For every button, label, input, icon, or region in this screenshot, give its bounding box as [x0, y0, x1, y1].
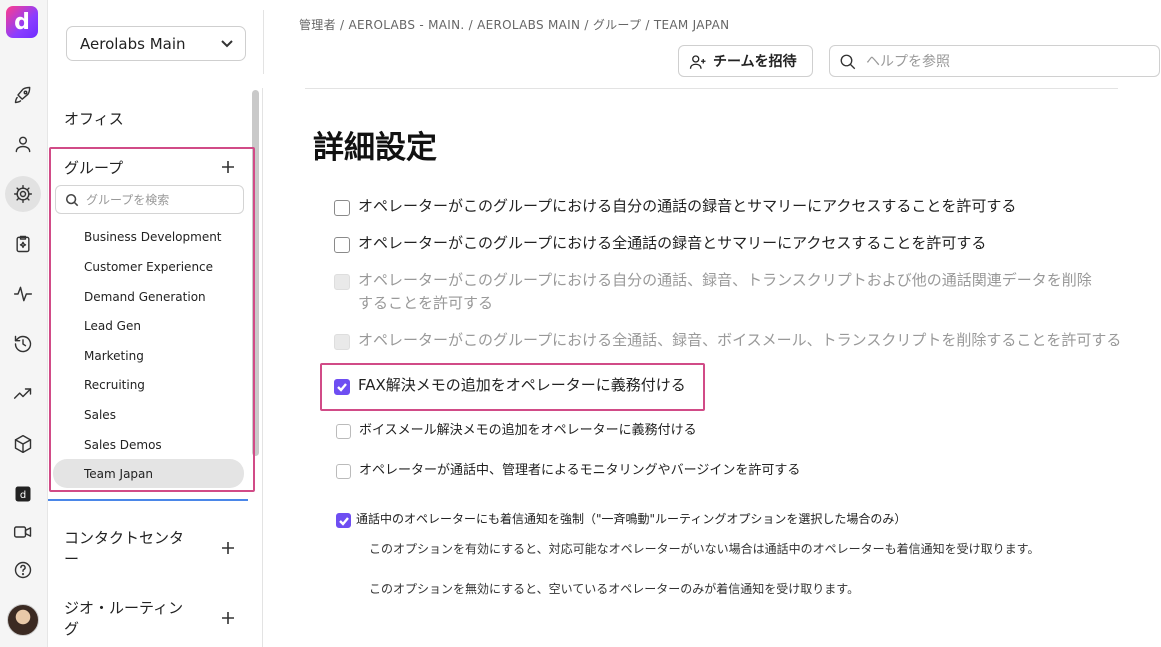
settings-gear-icon[interactable]	[5, 176, 41, 212]
user-icon[interactable]	[7, 128, 39, 160]
checkbox-disabled	[334, 274, 350, 290]
sidebar-item-group[interactable]: Lead Gen	[84, 319, 141, 333]
sidebar-item-group[interactable]: Sales	[84, 408, 116, 422]
option-require-fax-memo[interactable]: FAX解決メモの追加をオペレーターに義務付ける	[334, 376, 686, 397]
checkbox-checked[interactable]	[336, 513, 351, 528]
add-contact-center-plus-icon[interactable]	[220, 540, 236, 556]
option-force-incoming-notification[interactable]: 通話中のオペレーターにも着信通知を強制（"一斉鳴動"ルーティングオプションを選択…	[336, 511, 906, 531]
groups-title: グループ	[64, 159, 124, 177]
app-logo-icon[interactable]: d	[6, 6, 38, 38]
content-top-divider	[305, 88, 1118, 89]
trending-icon[interactable]	[7, 378, 39, 410]
sidebar-item-group[interactable]: Business Development	[84, 230, 222, 244]
page-title: 詳細設定	[313, 130, 437, 166]
invite-team-label: チームを招待	[713, 54, 797, 70]
checkbox[interactable]	[336, 424, 351, 439]
option-delete-all-call-data: オペレーターがこのグループにおける全通話、録音、ボイスメール、トランスクリプトを…	[334, 331, 1122, 352]
group-search-input[interactable]: グループを検索	[55, 185, 244, 214]
option-delete-own-call-data: オペレーターがこのグループにおける自分の通話、録音、トランスクリプトおよび他の通…	[334, 271, 1104, 315]
checkbox[interactable]	[334, 200, 350, 216]
checkmark-icon	[337, 383, 347, 392]
group-search-placeholder: グループを検索	[86, 193, 170, 207]
clipboard-sparkle-icon[interactable]	[7, 228, 39, 260]
chevron-down-icon	[219, 35, 235, 51]
add-group-plus-icon[interactable]	[220, 159, 236, 175]
checkbox[interactable]	[334, 237, 350, 253]
checkmark-icon	[338, 516, 349, 526]
option-label: 通話中のオペレーターにも着信通知を強制（"一斉鳴動"ルーティングオプションを選択…	[356, 512, 907, 526]
sidebar-item-contact-center[interactable]: コンタクトセンター	[64, 528, 194, 570]
checkbox-disabled	[334, 334, 350, 350]
sidebar-item-group[interactable]: Demand Generation	[84, 290, 206, 304]
option-label: FAX解決メモの追加をオペレーターに義務付ける	[358, 376, 686, 394]
option-label: オペレーターがこのグループにおける全通話の録音とサマリーにアクセスすることを許可…	[358, 234, 987, 252]
rocket-icon[interactable]	[7, 79, 39, 111]
sidebar-item-geo-routing[interactable]: ジオ・ルーティング	[64, 598, 194, 640]
workspace-name: Aerolabs Main	[80, 34, 186, 53]
help-circle-icon[interactable]	[7, 554, 39, 586]
workspace-dropdown[interactable]: Aerolabs Main	[66, 26, 246, 61]
add-geo-routing-plus-icon[interactable]	[220, 610, 236, 626]
search-icon	[65, 193, 79, 207]
divider	[263, 10, 264, 74]
section-divider-accent	[48, 499, 248, 501]
sidebar-item-group[interactable]: Recruiting	[84, 378, 145, 392]
option-label: オペレーターがこのグループにおける自分の通話の録音とサマリーにアクセスすることを…	[358, 197, 1017, 215]
sidebar-item-group-selected[interactable]: Team Japan	[84, 467, 153, 481]
option-require-voicemail-memo[interactable]: ボイスメール解決メモの追加をオペレーターに義務付ける	[336, 422, 697, 442]
sidebar-item-office[interactable]: オフィス	[64, 108, 124, 129]
sidebar-item-group[interactable]: Marketing	[84, 349, 144, 363]
activity-icon[interactable]	[7, 278, 39, 310]
help-search-input[interactable]: ヘルプを参照	[829, 45, 1160, 77]
sidebar-item-group[interactable]: Customer Experience	[84, 260, 213, 274]
checkbox-checked[interactable]	[334, 379, 350, 395]
help-search-placeholder: ヘルプを参照	[866, 54, 950, 70]
breadcrumb[interactable]: 管理者 / AEROLABS - MAIN. / AEROLABS MAIN /…	[299, 16, 729, 33]
box-icon[interactable]	[7, 428, 39, 460]
option-label: オペレーターがこのグループにおける自分の通話、録音、トランスクリプトおよび他の通…	[358, 271, 1092, 312]
user-plus-icon	[689, 53, 707, 71]
option-label: オペレーターが通話中、管理者によるモニタリングやバージインを許可する	[359, 463, 801, 478]
option-own-recordings-access[interactable]: オペレーターがこのグループにおける自分の通話の録音とサマリーにアクセスすることを…	[334, 197, 1017, 218]
invite-team-button[interactable]: チームを招待	[678, 45, 813, 77]
icon-rail: d d	[0, 0, 48, 647]
sidebar-item-group[interactable]: Sales Demos	[84, 438, 162, 452]
video-icon[interactable]	[7, 516, 39, 548]
search-icon	[839, 53, 857, 71]
history-icon[interactable]	[7, 328, 39, 360]
option-label: オペレーターがこのグループにおける全通話、録音、ボイスメール、トランスクリプトを…	[358, 331, 1122, 349]
option-label: ボイスメール解決メモの追加をオペレーターに義務付ける	[359, 423, 697, 438]
svg-text:d: d	[20, 490, 26, 501]
avatar[interactable]	[7, 604, 39, 636]
option-all-recordings-access[interactable]: オペレーターがこのグループにおける全通話の録音とサマリーにアクセスすることを許可…	[334, 234, 987, 255]
checkbox[interactable]	[336, 464, 351, 479]
option-allow-monitoring-barge[interactable]: オペレーターが通話中、管理者によるモニタリングやバージインを許可する	[336, 462, 800, 482]
dialpad-app-icon[interactable]: d	[7, 478, 39, 510]
description-enabled: このオプションを有効にすると、対応可能なオペレーターがいない場合は通話中のオペレ…	[369, 542, 1040, 556]
description-disabled: このオプションを無効にすると、空いているオペレーターのみが着信通知を受け取ります…	[369, 582, 860, 596]
app: d d Aerolabs Main オフィス グループ グループを検索 Busi…	[0, 0, 1161, 647]
